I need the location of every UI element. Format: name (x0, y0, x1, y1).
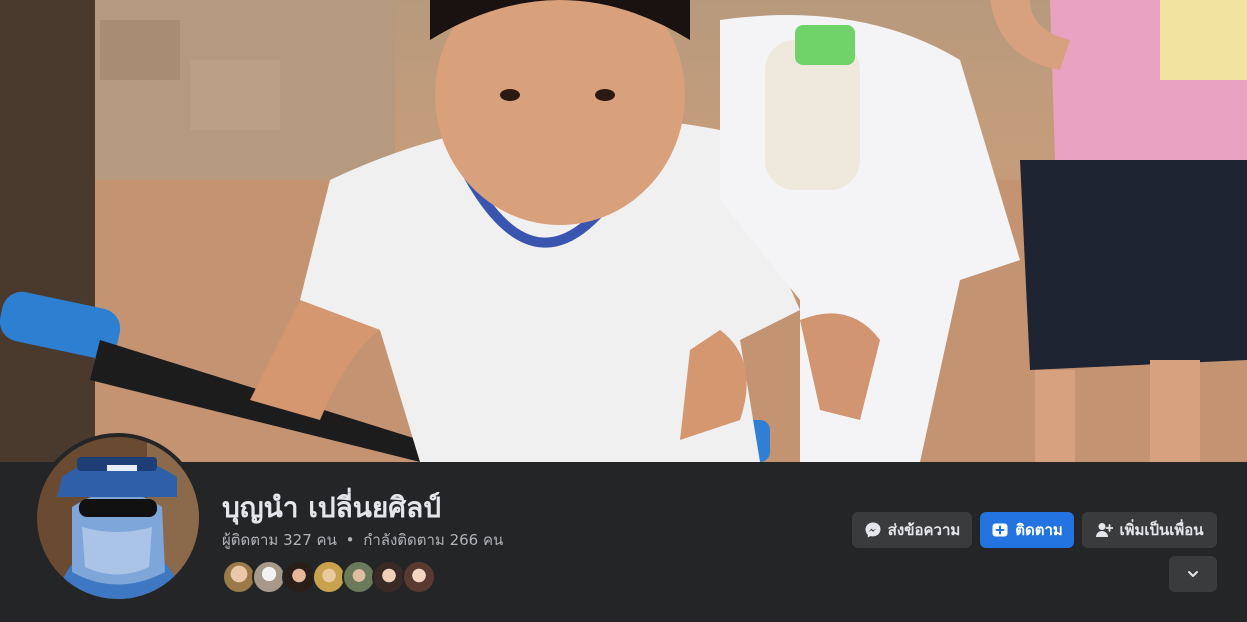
follow-stats: ผู้ติดตาม 327 คน • กำลังติดตาม 266 คน (222, 528, 503, 552)
friend-avatar[interactable] (372, 560, 406, 594)
follow-icon (991, 521, 1009, 539)
followers-count: 327 (283, 531, 312, 549)
cover-photo[interactable] (0, 0, 1247, 462)
follow-button-label: ติดตาม (1015, 521, 1063, 539)
avatar-image (37, 437, 199, 599)
following-label: กำลังติดตาม (363, 531, 445, 549)
follow-button[interactable]: ติดตาม (980, 512, 1074, 548)
mutual-friends-avatars (222, 560, 436, 594)
followers-unit: คน (316, 531, 337, 549)
following-link[interactable]: กำลังติดตาม 266 คน (363, 531, 503, 549)
more-options-button[interactable] (1169, 556, 1217, 592)
profile-name: บุญนำ เปลี่นยศิลป์ (222, 491, 441, 524)
separator-dot: • (345, 531, 355, 549)
friend-avatar[interactable] (312, 560, 346, 594)
following-count: 266 (449, 531, 479, 549)
cover-photo-image (0, 0, 1247, 462)
friend-avatar[interactable] (342, 560, 376, 594)
friend-avatar[interactable] (402, 560, 436, 594)
chevron-down-icon (1186, 567, 1200, 581)
message-button[interactable]: ส่งข้อความ (852, 512, 972, 548)
friend-avatar[interactable] (222, 560, 256, 594)
followers-link[interactable]: ผู้ติดตาม 327 คน (222, 531, 342, 549)
followers-label: ผู้ติดตาม (222, 531, 279, 549)
add-friend-icon (1095, 521, 1114, 539)
message-button-label: ส่งข้อความ (887, 521, 961, 539)
following-unit: คน (483, 531, 504, 549)
friend-avatar[interactable] (282, 560, 316, 594)
add-friend-button[interactable]: เพิ่มเป็นเพื่อน (1082, 512, 1217, 548)
add-friend-button-label: เพิ่มเป็นเพื่อน (1119, 521, 1204, 539)
messenger-icon (864, 521, 882, 539)
friend-avatar[interactable] (252, 560, 286, 594)
profile-avatar[interactable] (33, 433, 203, 603)
